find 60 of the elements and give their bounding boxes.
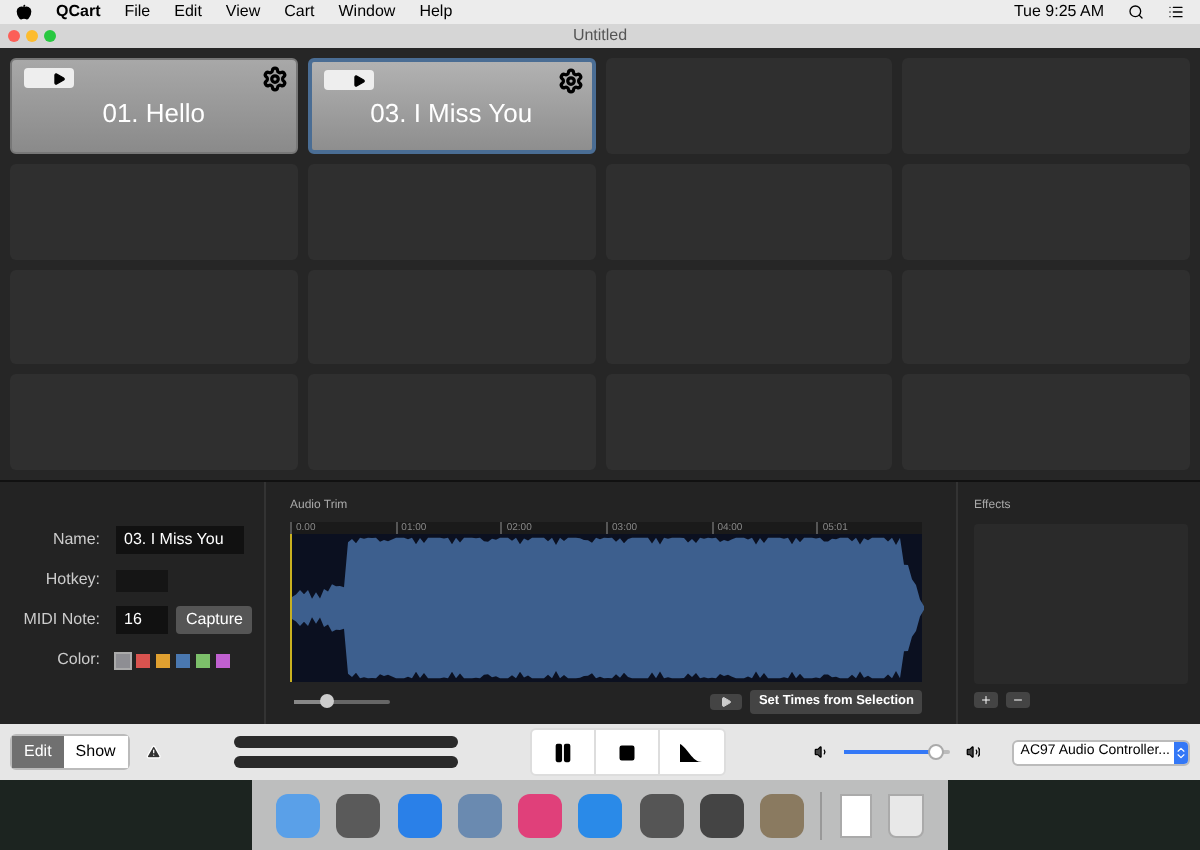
field-label: Color:	[55, 648, 100, 672]
color-swatch[interactable]	[116, 653, 130, 667]
field-label: Hotkey:	[43, 568, 100, 592]
color-swatch[interactable]	[176, 653, 190, 667]
volume-slider-thumb[interactable]	[928, 744, 945, 760]
remove-button[interactable]	[1006, 692, 1030, 708]
cart-title: 03. I Miss You	[370, 96, 533, 133]
pause-icon	[551, 741, 574, 763]
play-icon	[720, 695, 733, 708]
stepper-icon	[1174, 741, 1188, 763]
app-icon[interactable]	[639, 793, 684, 837]
apple-icon[interactable]	[16, 4, 32, 20]
settings-icon[interactable]	[557, 68, 583, 94]
stop-icon	[617, 743, 636, 761]
fade-icon	[680, 743, 703, 761]
menu-item[interactable]: Edit	[174, 0, 202, 24]
app-icon[interactable]	[760, 793, 805, 837]
color-swatch[interactable]	[156, 653, 170, 667]
clock[interactable]: Tue 9:25 AM	[1013, 0, 1104, 24]
mode-toggle[interactable]: Show	[63, 736, 128, 768]
plus-icon	[980, 694, 992, 706]
play-button[interactable]	[323, 70, 374, 90]
app-menu[interactable]: QCart	[56, 0, 101, 24]
color-swatch[interactable]	[196, 653, 210, 667]
play-button[interactable]	[710, 693, 743, 710]
volume-low-icon	[813, 742, 829, 762]
zoom-button[interactable]	[44, 30, 56, 42]
minus-icon	[1012, 694, 1024, 706]
close-button[interactable]	[8, 30, 20, 42]
search-icon[interactable]	[1128, 4, 1144, 20]
window-title: Untitled	[572, 24, 628, 48]
name-field[interactable]: 03. I Miss You	[116, 526, 244, 554]
app-icon[interactable]	[336, 793, 381, 837]
field-label: Name:	[50, 528, 100, 552]
mode-toggle[interactable]: Edit	[12, 736, 64, 768]
menu-item[interactable]: View	[225, 0, 261, 24]
cart-title: 01. Hello	[102, 96, 206, 133]
trash-icon[interactable]	[887, 793, 924, 837]
volume-high-icon	[965, 742, 981, 762]
add-button[interactable]	[974, 692, 998, 708]
color-swatch[interactable]	[216, 653, 230, 667]
color-swatch[interactable]	[136, 653, 150, 667]
field-label: MIDI Note:	[21, 608, 100, 632]
document-icon[interactable]	[839, 793, 872, 837]
midi-note-field[interactable]: 16	[116, 606, 168, 634]
play-button[interactable]	[24, 68, 74, 88]
menu-item[interactable]: Help	[419, 0, 453, 24]
menu-item[interactable]: File	[124, 0, 151, 24]
app-icon[interactable]	[699, 793, 744, 837]
settings-icon[interactable]	[261, 66, 288, 92]
play-icon	[351, 73, 366, 87]
app-icon[interactable]	[518, 793, 563, 837]
capture-button[interactable]: Capture	[176, 606, 253, 634]
zoom-slider-thumb[interactable]	[319, 693, 334, 708]
list-icon[interactable]	[1168, 4, 1184, 20]
play-icon	[52, 71, 66, 85]
menu-item[interactable]: Window	[338, 0, 396, 24]
warning-icon[interactable]	[145, 742, 162, 762]
minimize-button[interactable]	[26, 30, 38, 42]
menu-item[interactable]: Cart	[284, 0, 315, 24]
